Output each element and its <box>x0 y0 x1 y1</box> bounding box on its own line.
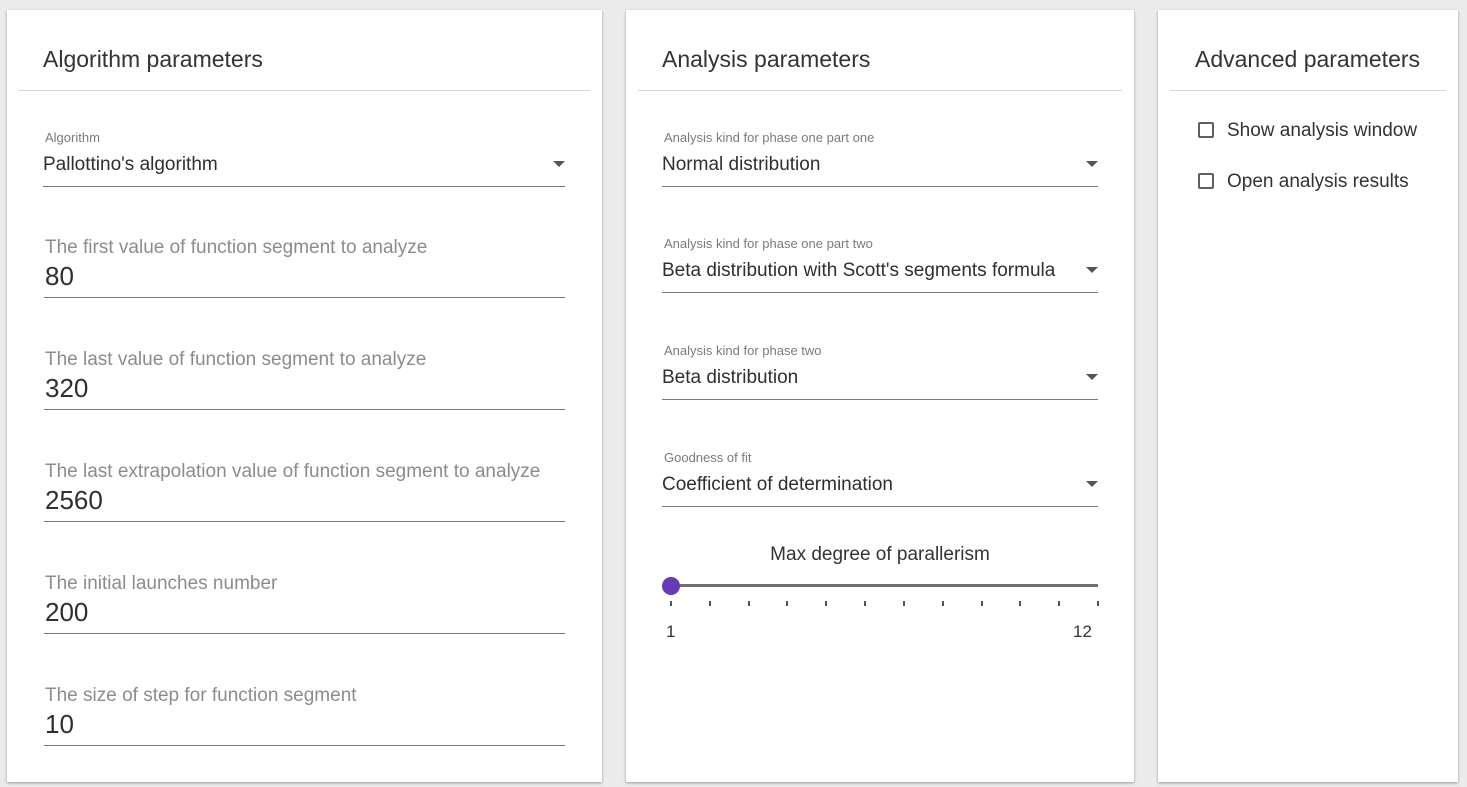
slider-tick <box>670 601 672 606</box>
phase-two-value: Beta distribution <box>662 367 799 388</box>
slider-tick <box>980 601 983 606</box>
algorithm-select[interactable]: Algorithm Pallottino's algorithm <box>43 130 565 187</box>
open-analysis-results-checkbox[interactable] <box>1198 173 1214 189</box>
phase-two-select[interactable]: Analysis kind for phase two Beta distrib… <box>662 343 1098 400</box>
algorithm-select-value: Pallottino's algorithm <box>43 154 218 175</box>
chevron-down-icon[interactable] <box>1086 374 1098 380</box>
first-value-field[interactable]: The first value of function segment to a… <box>44 237 565 298</box>
analysis-parameters-title: Analysis parameters <box>662 46 871 72</box>
algorithm-parameters-title: Algorithm parameters <box>43 46 263 72</box>
slider-title: Max degree of parallerism <box>770 544 990 565</box>
card-header: Algorithm parameters <box>19 10 590 91</box>
advanced-parameters-title: Advanced parameters <box>1195 46 1421 72</box>
slider-min-label: 1 <box>666 622 676 641</box>
slider-tick <box>825 601 828 606</box>
goodness-of-fit-select[interactable]: Goodness of fit Coefficient of determina… <box>662 450 1098 507</box>
show-analysis-window-checkbox[interactable] <box>1198 122 1214 138</box>
phase-one-part-two-value: Beta distribution with Scott's segments … <box>662 260 1056 281</box>
show-analysis-window-label[interactable]: Show analysis window <box>1227 120 1417 142</box>
card-header: Analysis parameters <box>638 10 1122 91</box>
last-value-input[interactable]: 320 <box>45 373 88 404</box>
initial-launches-field[interactable]: The initial launches number 200 <box>44 573 565 634</box>
analysis-parameters-card: Analysis parameters Analysis kind for ph… <box>626 10 1134 782</box>
card-header: Advanced parameters <box>1170 10 1446 91</box>
last-extrapolation-value-input[interactable]: 2560 <box>45 485 103 516</box>
step-size-field[interactable]: The size of step for function segment 10 <box>44 685 565 746</box>
chevron-down-icon[interactable] <box>1086 481 1098 487</box>
algorithm-select-label: Algorithm <box>45 130 100 145</box>
slider-tick <box>1058 601 1061 606</box>
open-analysis-results-label[interactable]: Open analysis results <box>1227 171 1409 193</box>
phase-one-part-two-select[interactable]: Analysis kind for phase one part two Bet… <box>662 236 1098 293</box>
goodness-of-fit-value: Coefficient of determination <box>662 474 893 495</box>
algorithm-parameters-card: Algorithm parameters Algorithm Pallottin… <box>7 10 602 782</box>
slider-tick <box>902 601 905 606</box>
advanced-parameters-card: Advanced parameters Show analysis window… <box>1158 10 1458 782</box>
last-extrapolation-value-field[interactable]: The last extrapolation value of function… <box>44 461 565 522</box>
last-value-field[interactable]: The last value of function segment to an… <box>44 349 565 410</box>
chevron-down-icon[interactable] <box>1086 161 1098 167</box>
initial-launches-input[interactable]: 200 <box>45 597 88 628</box>
slider-tick <box>1019 601 1022 606</box>
first-value-label: The first value of function segment to a… <box>45 237 428 258</box>
slider-thumb[interactable] <box>662 577 680 595</box>
last-extrapolation-value-label: The last extrapolation value of function… <box>45 461 541 482</box>
slider-tick <box>1097 601 1099 606</box>
goodness-of-fit-label: Goodness of fit <box>664 450 752 465</box>
slider-max-label: 12 <box>1073 622 1092 641</box>
last-value-label: The last value of function segment to an… <box>45 349 427 370</box>
chevron-down-icon[interactable] <box>1086 267 1098 273</box>
step-size-label: The size of step for function segment <box>45 685 357 706</box>
slider-tick <box>941 601 944 606</box>
slider-tick <box>864 601 867 606</box>
step-size-input[interactable]: 10 <box>45 709 74 740</box>
phase-two-label: Analysis kind for phase two <box>664 343 822 358</box>
phase-one-part-two-label: Analysis kind for phase one part two <box>664 236 873 251</box>
slider-tick <box>786 601 789 606</box>
slider-tick <box>708 601 711 606</box>
phase-one-part-one-value: Normal distribution <box>662 154 821 175</box>
slider-tick <box>747 601 750 606</box>
first-value-input[interactable]: 80 <box>45 261 74 292</box>
initial-launches-label: The initial launches number <box>45 573 278 594</box>
slider-track[interactable] <box>671 584 1098 587</box>
chevron-down-icon[interactable] <box>553 161 565 167</box>
phase-one-part-one-label: Analysis kind for phase one part one <box>664 130 875 145</box>
phase-one-part-one-select[interactable]: Analysis kind for phase one part one Nor… <box>662 130 1098 187</box>
